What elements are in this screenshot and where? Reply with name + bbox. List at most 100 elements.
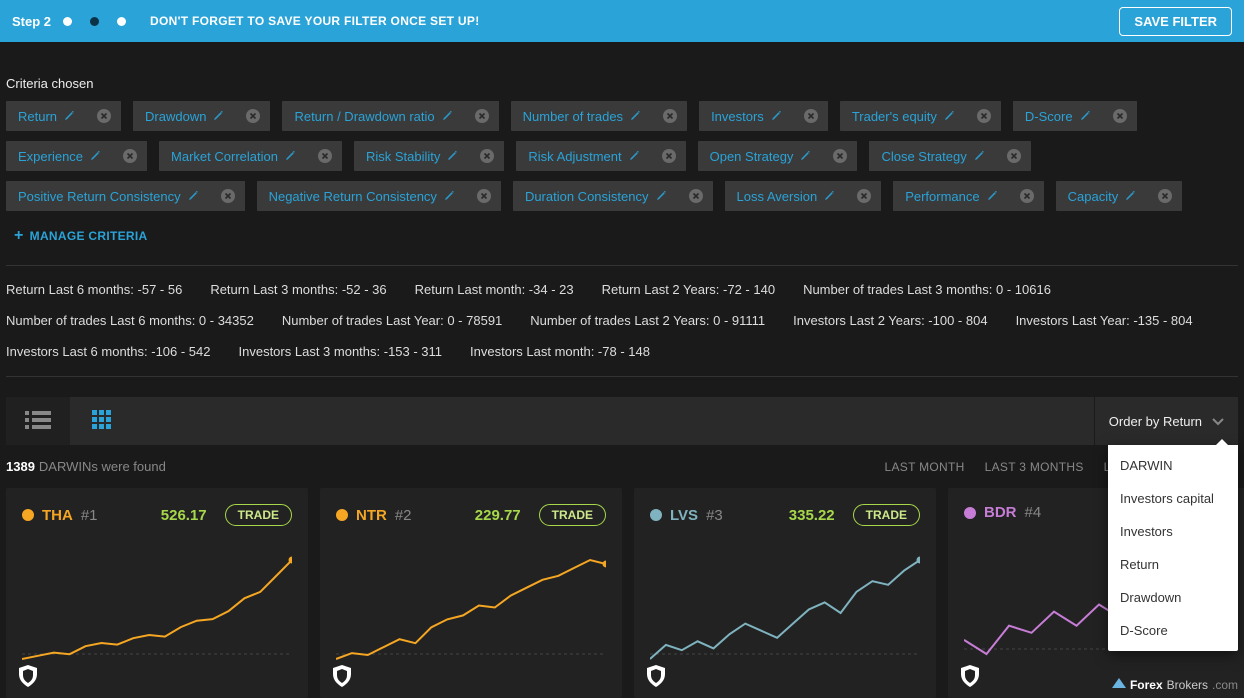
chip-edit[interactable]: Duration Consistency	[513, 189, 671, 204]
criteria-chip: Duration Consistency	[513, 181, 713, 211]
sparkline-chart	[22, 554, 292, 664]
manage-criteria-button[interactable]: +MANAGE CRITERIA	[6, 221, 156, 251]
order-option[interactable]: Investors	[1108, 515, 1238, 548]
darwin-card[interactable]: THA#1526.17TRADE	[6, 488, 308, 698]
chip-remove[interactable]	[653, 101, 687, 131]
step-label: Step 2	[12, 14, 51, 29]
results-toolbar: Order by Return DARWINInvestors capitalI…	[6, 397, 1238, 445]
chip-label: Positive Return Consistency	[18, 189, 181, 204]
card-header: THA#1526.17TRADE	[22, 504, 292, 526]
chip-edit[interactable]: Loss Aversion	[725, 189, 840, 204]
list-icon	[25, 411, 51, 432]
price: 335.22	[789, 507, 835, 524]
chip-label: Open Strategy	[710, 149, 794, 164]
trade-button[interactable]: TRADE	[853, 504, 920, 526]
criteria-chip: Performance	[893, 181, 1043, 211]
chip-remove[interactable]	[308, 141, 342, 171]
range-item: Number of trades Last 6 months: 0 - 3435…	[6, 311, 254, 332]
range-summary: Return Last 6 months: -57 - 56Return Las…	[6, 280, 1238, 362]
color-dot-icon	[336, 509, 348, 521]
chip-remove[interactable]	[467, 181, 501, 211]
symbol: LVS	[670, 507, 698, 524]
list-view-button[interactable]	[6, 397, 70, 445]
chip-edit[interactable]: Drawdown	[133, 109, 228, 124]
chip-edit[interactable]: Market Correlation	[159, 149, 300, 164]
order-option[interactable]: Return	[1108, 548, 1238, 581]
chip-label: Capacity	[1068, 189, 1119, 204]
chip-remove[interactable]	[679, 181, 713, 211]
results-row: 1389 DARWINs were found LAST MONTHLAST 3…	[6, 445, 1238, 488]
chip-remove[interactable]	[652, 141, 686, 171]
trade-button[interactable]: TRADE	[539, 504, 606, 526]
chip-label: Number of trades	[523, 109, 623, 124]
range-item: Investors Last Year: -135 - 804	[1016, 311, 1193, 332]
chip-label: Negative Return Consistency	[269, 189, 437, 204]
chip-edit[interactable]: Number of trades	[511, 109, 645, 124]
range-item: Return Last month: -34 - 23	[415, 280, 574, 301]
save-filter-button[interactable]: SAVE FILTER	[1119, 7, 1232, 36]
chip-remove[interactable]	[823, 141, 857, 171]
color-dot-icon	[964, 507, 976, 519]
chip-label: Performance	[905, 189, 979, 204]
card-header: LVS#3335.22TRADE	[650, 504, 920, 526]
order-option[interactable]: Drawdown	[1108, 581, 1238, 614]
chip-remove[interactable]	[1148, 181, 1182, 211]
criteria-chip: Return / Drawdown ratio	[282, 101, 498, 131]
chip-remove[interactable]	[967, 101, 1001, 131]
range-item: Investors Last month: -78 - 148	[470, 342, 650, 363]
darwin-card[interactable]: NTR#2229.77TRADE	[320, 488, 622, 698]
grid-view-button[interactable]	[70, 397, 134, 445]
chip-label: D-Score	[1025, 109, 1073, 124]
chip-remove[interactable]	[997, 141, 1031, 171]
chip-label: Trader's equity	[852, 109, 937, 124]
chip-edit[interactable]: Positive Return Consistency	[6, 189, 203, 204]
chip-edit[interactable]: Return	[6, 109, 79, 124]
criteria-chip: D-Score	[1013, 101, 1137, 131]
timeframe-tab[interactable]: LAST 3 MONTHS	[985, 460, 1084, 474]
criteria-chip: Market Correlation	[159, 141, 342, 171]
watermark: ForexBrokers.com	[1112, 678, 1238, 692]
order-by-dropdown[interactable]: Order by Return DARWINInvestors capitalI…	[1094, 397, 1238, 445]
range-item: Return Last 3 months: -52 - 36	[210, 280, 386, 301]
chip-remove[interactable]	[211, 181, 245, 211]
order-option[interactable]: D-Score	[1108, 614, 1238, 647]
criteria-chip: Risk Stability	[354, 141, 504, 171]
chip-remove[interactable]	[794, 101, 828, 131]
trade-button[interactable]: TRADE	[225, 504, 292, 526]
banner-text: DON'T FORGET TO SAVE YOUR FILTER ONCE SE…	[150, 14, 479, 28]
card-header: NTR#2229.77TRADE	[336, 504, 606, 526]
darwin-card[interactable]: LVS#3335.22TRADE	[634, 488, 936, 698]
chip-edit[interactable]: Investors	[699, 109, 786, 124]
criteria-chip: Trader's equity	[840, 101, 1001, 131]
chip-edit[interactable]: Negative Return Consistency	[257, 189, 459, 204]
chip-edit[interactable]: Risk Adjustment	[516, 149, 643, 164]
criteria-chip: Drawdown	[133, 101, 270, 131]
timeframe-tab[interactable]: LAST MONTH	[885, 460, 965, 474]
chip-remove[interactable]	[87, 101, 121, 131]
chip-remove[interactable]	[1103, 101, 1137, 131]
chip-edit[interactable]: Experience	[6, 149, 105, 164]
chip-remove[interactable]	[847, 181, 881, 211]
order-option[interactable]: DARWIN	[1108, 449, 1238, 482]
chip-label: Return / Drawdown ratio	[294, 109, 434, 124]
step-dot-1	[63, 17, 72, 26]
chip-edit[interactable]: Capacity	[1056, 189, 1141, 204]
chip-remove[interactable]	[1010, 181, 1044, 211]
chip-edit[interactable]: Return / Drawdown ratio	[282, 109, 456, 124]
chip-edit[interactable]: D-Score	[1013, 109, 1095, 124]
order-option[interactable]: Investors capital	[1108, 482, 1238, 515]
chip-edit[interactable]: Trader's equity	[840, 109, 959, 124]
chip-edit[interactable]: Open Strategy	[698, 149, 816, 164]
chip-label: Risk Adjustment	[528, 149, 621, 164]
chip-edit[interactable]: Performance	[893, 189, 1001, 204]
chip-remove[interactable]	[236, 101, 270, 131]
sparkline-chart	[650, 554, 920, 664]
chip-remove[interactable]	[113, 141, 147, 171]
step-dot-3	[117, 17, 126, 26]
symbol: THA	[42, 507, 73, 524]
chip-remove[interactable]	[465, 101, 499, 131]
chip-remove[interactable]	[470, 141, 504, 171]
chip-edit[interactable]: Risk Stability	[354, 149, 462, 164]
step-dot-2-active	[90, 17, 99, 26]
chip-edit[interactable]: Close Strategy	[869, 149, 988, 164]
